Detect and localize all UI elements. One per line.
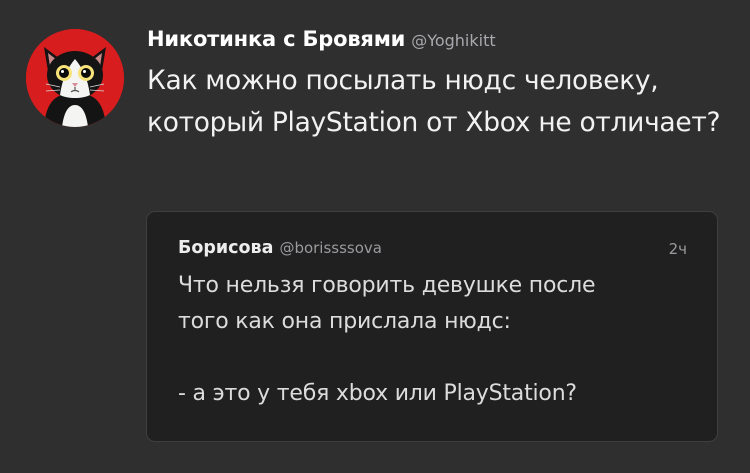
quoted-text-line: Что нельзя говорить девушке после: [178, 273, 596, 298]
quoted-text-line: [178, 340, 688, 376]
quoted-author-handle[interactable]: @borissssova: [279, 239, 382, 257]
tweet-header: Никотинка с Бровями @Yoghikitt: [147, 24, 496, 56]
quoted-tweet-text: Что нельзя говорить девушке после того к…: [178, 268, 688, 412]
tweet-text: Как можно посылать нюдс человеку, которы…: [147, 65, 721, 138]
quoted-tweet-card[interactable]: Борисова @borissssova 2ч Что нельзя говор…: [146, 211, 718, 442]
quoted-tweet-time[interactable]: 2ч: [669, 235, 687, 263]
tweet[interactable]: Никотинка с Бровями @Yoghikitt Как можно …: [0, 0, 750, 473]
quoted-author-name[interactable]: Борисова: [178, 238, 273, 258]
author-name[interactable]: Никотинка с Бровями: [147, 27, 405, 51]
quoted-tweet-header: Борисова @borissssova: [178, 234, 382, 262]
author-handle[interactable]: @Yoghikitt: [411, 31, 495, 50]
quoted-text-line: того как она прислала нюдс:: [178, 309, 511, 334]
cat-avatar-icon[interactable]: [26, 29, 124, 127]
quoted-text-line: - а это у тебя xbox или PlayStation?: [178, 381, 577, 406]
